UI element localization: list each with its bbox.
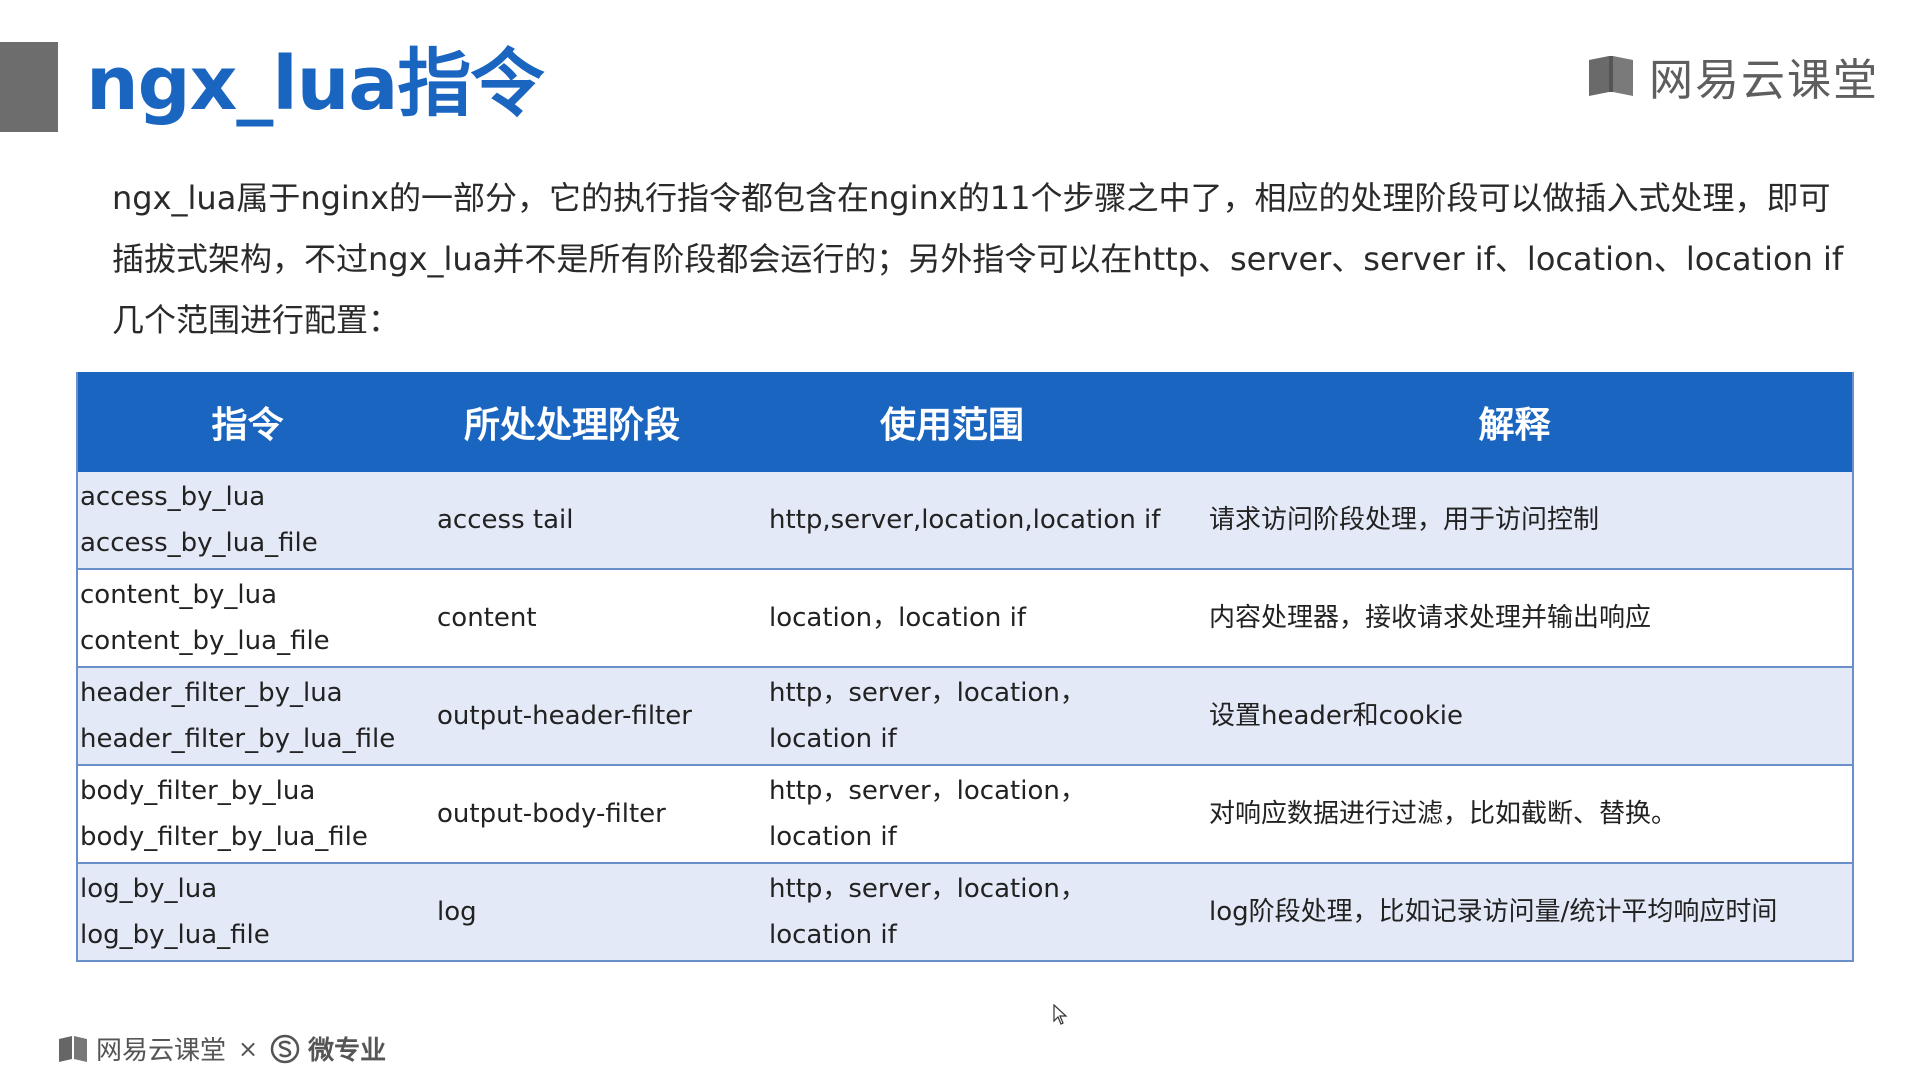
description-cell: log阶段处理，比如记录访问量/统计平均响应时间 xyxy=(1177,863,1853,962)
directive-name: log_by_lua xyxy=(80,874,218,904)
stage-cell: log xyxy=(417,863,727,962)
table-row: access_by_lua access_by_lua_file access … xyxy=(77,472,1853,570)
book-icon xyxy=(59,1035,87,1062)
title-accent-bar xyxy=(0,42,58,132)
directive-cell: content_by_lua content_by_lua_file xyxy=(77,569,417,668)
directives-table: 指令 所处处理阶段 使用范围 解释 access_by_lua access_b… xyxy=(76,372,1854,962)
scope-cell: http,server,location,location if xyxy=(727,472,1177,570)
brand-logo: 网易云课堂 xyxy=(1587,44,1879,108)
s-circle-icon xyxy=(270,1034,300,1063)
directive-cell: body_filter_by_lua body_filter_by_lua_fi… xyxy=(77,765,417,864)
footer-separator: × xyxy=(238,1034,259,1063)
stage-cell: output-body-filter xyxy=(417,765,727,864)
scope-cell: http，server，location，location if xyxy=(727,765,1177,864)
directive-file-name: header_filter_by_lua_file xyxy=(80,724,396,754)
table-header-row: 指令 所处处理阶段 使用范围 解释 xyxy=(77,372,1853,472)
directive-file-name: content_by_lua_file xyxy=(80,626,330,656)
header-scope: 使用范围 xyxy=(727,372,1177,472)
description-cell: 对响应数据进行过滤，比如截断、替换。 xyxy=(1177,765,1853,864)
stage-cell: access tail xyxy=(417,472,727,570)
directive-cell: header_filter_by_lua header_filter_by_lu… xyxy=(77,667,417,766)
directive-name: header_filter_by_lua xyxy=(80,678,343,708)
directive-name: content_by_lua xyxy=(80,580,278,610)
page-title: ngx_lua指令 xyxy=(86,41,544,127)
brand-name: 网易云课堂 xyxy=(1649,55,1879,106)
intro-paragraph: ngx_lua属于nginx的一部分，它的执行指令都包含在nginx的11个步骤… xyxy=(112,179,1844,339)
directive-cell: access_by_lua access_by_lua_file xyxy=(77,472,417,570)
directive-file-name: access_by_lua_file xyxy=(80,528,318,558)
description-cell: 设置header和cookie xyxy=(1177,667,1853,766)
directive-name: access_by_lua xyxy=(80,482,266,512)
footer-brand: 网易云课堂 × 微专业 xyxy=(58,1030,386,1067)
directive-file-name: log_by_lua_file xyxy=(80,920,270,950)
scope-cell: http，server，location，location if xyxy=(727,863,1177,962)
book-icon xyxy=(1589,56,1633,96)
scope-cell: location，location if xyxy=(727,569,1177,668)
table-row: content_by_lua content_by_lua_file conte… xyxy=(77,569,1853,668)
directive-cell: log_by_lua log_by_lua_file xyxy=(77,863,417,962)
table-row: body_filter_by_lua body_filter_by_lua_fi… xyxy=(77,765,1853,864)
table-row: log_by_lua log_by_lua_file log http，serv… xyxy=(77,863,1853,962)
directives-table-wrapper: 指令 所处处理阶段 使用范围 解释 access_by_lua access_b… xyxy=(76,372,1854,962)
footer-brand-name: 网易云课堂 xyxy=(96,1036,227,1066)
stage-cell: output-header-filter xyxy=(417,667,727,766)
header-stage: 所处处理阶段 xyxy=(417,372,727,472)
directive-file-name: body_filter_by_lua_file xyxy=(80,822,368,852)
table-row: header_filter_by_lua header_filter_by_lu… xyxy=(77,667,1853,766)
mouse-cursor-icon xyxy=(1053,1004,1068,1025)
footer-partner-name: 微专业 xyxy=(308,1036,387,1066)
header-description: 解释 xyxy=(1177,372,1853,472)
stage-cell: content xyxy=(417,569,727,668)
scope-cell: http，server，location，location if xyxy=(727,667,1177,766)
description-cell: 请求访问阶段处理，用于访问控制 xyxy=(1177,472,1853,570)
directive-name: body_filter_by_lua xyxy=(80,776,316,806)
header-directive: 指令 xyxy=(77,372,417,472)
description-cell: 内容处理器，接收请求处理并输出响应 xyxy=(1177,569,1853,668)
